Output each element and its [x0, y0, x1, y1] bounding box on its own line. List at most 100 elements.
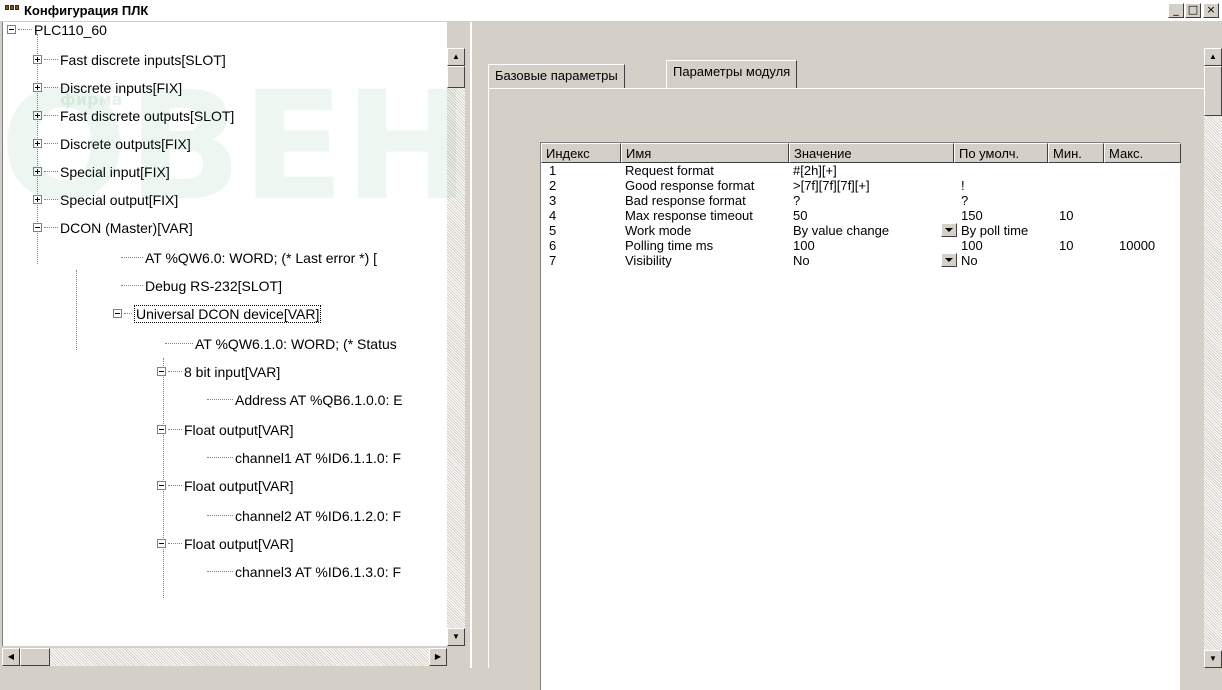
- tree-item[interactable]: Special output[FIX]: [33, 190, 178, 210]
- cell-index: 4: [549, 208, 557, 223]
- tree-item[interactable]: Float output[VAR]: [157, 534, 293, 554]
- tree-item[interactable]: Float output[VAR]: [157, 476, 293, 496]
- expand-icon[interactable]: [33, 83, 42, 92]
- tree-item-label: Fast discrete outputs[SLOT]: [60, 108, 235, 124]
- tab-base-parameters[interactable]: Базовые параметры: [488, 64, 625, 88]
- tree-item[interactable]: channel1 AT %ID6.1.1.0: F: [207, 448, 401, 468]
- cell-default: 150: [961, 208, 983, 223]
- scroll-right-arrow-icon[interactable]: ▶: [429, 648, 447, 666]
- cell-name: Max response timeout: [625, 208, 753, 223]
- tree-item[interactable]: channel2 AT %ID6.1.2.0: F: [207, 506, 401, 526]
- minimize-button[interactable]: _: [1168, 3, 1184, 18]
- cell-index: 5: [549, 223, 557, 238]
- tree-guide-line: [76, 270, 77, 350]
- scroll-left-arrow-icon[interactable]: ◀: [2, 648, 20, 666]
- column-header-index[interactable]: Индекс: [541, 143, 621, 163]
- collapse-icon[interactable]: [157, 539, 166, 548]
- collapse-icon[interactable]: [33, 223, 42, 232]
- tree-item[interactable]: Float output[VAR]: [157, 420, 293, 440]
- cell-index: 1: [549, 163, 557, 178]
- cell-min: 10: [1059, 208, 1074, 223]
- tree-item-label: channel2 AT %ID6.1.2.0: F: [235, 508, 402, 524]
- collapse-icon[interactable]: [157, 481, 166, 490]
- tree-item[interactable]: Discrete outputs[FIX]: [33, 134, 191, 154]
- cell-name: Good response format: [625, 178, 755, 193]
- tree-item[interactable]: AT %QW6.1.0: WORD; (* Status: [165, 334, 397, 354]
- tree-item[interactable]: Fast discrete inputs[SLOT]: [33, 50, 226, 70]
- expand-icon[interactable]: [33, 167, 42, 176]
- tab-label: Базовые параметры: [495, 68, 618, 83]
- scroll-down-arrow-icon[interactable]: ▼: [1204, 650, 1222, 668]
- tree-item-label: Float output[VAR]: [184, 478, 294, 494]
- module-parameters-pane: Базовые параметры Параметры модуля Индек…: [470, 22, 1222, 690]
- collapse-icon[interactable]: [157, 367, 166, 376]
- cell-value[interactable]: 100: [793, 238, 815, 253]
- tree-item[interactable]: Discrete inputs[FIX]: [33, 78, 182, 98]
- config-tree: PLC110_60 Fast discrete inputs[SLOT] Dis…: [2, 22, 447, 646]
- tab-label: Параметры модуля: [673, 64, 791, 79]
- cell-default: 100: [961, 238, 983, 253]
- cell-value[interactable]: By value change: [793, 223, 889, 238]
- close-button[interactable]: ×: [1203, 3, 1219, 18]
- scroll-thumb[interactable]: [447, 66, 465, 88]
- tree-root-label: PLC110_60: [34, 22, 107, 38]
- tree-item[interactable]: 8 bit input[VAR]: [157, 362, 280, 382]
- expand-icon[interactable]: [33, 139, 42, 148]
- tree-item[interactable]: Fast discrete outputs[SLOT]: [33, 106, 234, 126]
- plc-config-icon: [5, 5, 20, 17]
- tree-vertical-scrollbar[interactable]: ▲ ▼: [447, 48, 465, 646]
- column-header-value[interactable]: Значение: [789, 143, 954, 163]
- cell-value[interactable]: ?: [793, 193, 800, 208]
- tree-item[interactable]: Debug RS-232[SLOT]: [121, 276, 282, 296]
- scroll-up-arrow-icon[interactable]: ▲: [1204, 48, 1222, 66]
- tree-item-label: Debug RS-232[SLOT]: [145, 278, 282, 294]
- collapse-icon[interactable]: [7, 25, 16, 34]
- maximize-button[interactable]: □: [1185, 3, 1201, 18]
- cell-index: 3: [549, 193, 557, 208]
- parameters-grid: Индекс Имя Значение По умолч. Мин. Макс.…: [540, 142, 1181, 690]
- column-header-name[interactable]: Имя: [621, 143, 789, 163]
- cell-default: ?: [961, 193, 969, 208]
- tree-item-universal-dcon[interactable]: Universal DCON device[VAR]: [113, 304, 322, 324]
- expand-icon[interactable]: [33, 55, 42, 64]
- tree-item-label: Discrete inputs[FIX]: [60, 80, 183, 96]
- collapse-icon[interactable]: [113, 309, 122, 318]
- collapse-icon[interactable]: [157, 425, 166, 434]
- tree-item[interactable]: channel3 AT %ID6.1.3.0: F: [207, 562, 401, 582]
- cell-value[interactable]: #[2h][+]: [793, 163, 837, 178]
- column-header-min[interactable]: Мин.: [1048, 143, 1104, 163]
- dropdown-arrow-icon[interactable]: [941, 253, 957, 267]
- cell-name: Bad response format: [625, 193, 746, 208]
- config-tree-pane: PLC110_60 Fast discrete inputs[SLOT] Dis…: [0, 22, 470, 668]
- cell-default: No: [961, 253, 978, 268]
- tree-item[interactable]: AT %QW6.0: WORD; (* Last error *) [: [121, 248, 377, 268]
- tab-module-parameters[interactable]: Параметры модуля: [666, 60, 798, 88]
- expand-icon[interactable]: [33, 111, 42, 120]
- scroll-up-arrow-icon[interactable]: ▲: [447, 48, 465, 66]
- tree-item-label: DCON (Master)[VAR]: [60, 220, 193, 236]
- cell-value[interactable]: 50: [793, 208, 807, 223]
- cell-value[interactable]: No: [793, 253, 810, 268]
- tree-item-label: Address AT %QB6.1.0.0: E: [235, 392, 403, 408]
- pane-vertical-scrollbar[interactable]: ▲ ▼: [1204, 48, 1222, 668]
- tree-item-label: Float output[VAR]: [184, 422, 294, 438]
- title-bar: Конфигурация ПЛК _ □ ×: [0, 0, 1222, 22]
- cell-name: Visibility: [625, 253, 672, 268]
- tree-root[interactable]: PLC110_60: [7, 22, 107, 40]
- column-header-default[interactable]: По умолч.: [954, 143, 1048, 163]
- cell-default: By poll time: [961, 223, 1029, 238]
- tree-item-label: Special output[FIX]: [60, 192, 179, 208]
- cell-default: !: [961, 178, 965, 193]
- tree-item[interactable]: Special input[FIX]: [33, 162, 170, 182]
- tree-horizontal-scrollbar[interactable]: ◀ ▶: [2, 648, 447, 666]
- tree-item-dcon-master[interactable]: DCON (Master)[VAR]: [33, 218, 193, 238]
- tree-item[interactable]: Address AT %QB6.1.0.0: E: [207, 390, 403, 410]
- scroll-thumb[interactable]: [1204, 66, 1222, 116]
- expand-icon[interactable]: [33, 195, 42, 204]
- tree-item-label: AT %QW6.1.0: WORD; (* Status: [195, 336, 397, 352]
- column-header-max[interactable]: Макс.: [1104, 143, 1181, 163]
- dropdown-arrow-icon[interactable]: [941, 223, 957, 237]
- scroll-thumb[interactable]: [20, 648, 50, 666]
- scroll-down-arrow-icon[interactable]: ▼: [447, 628, 465, 646]
- cell-value[interactable]: >[7f][7f][7f][+]: [793, 178, 870, 193]
